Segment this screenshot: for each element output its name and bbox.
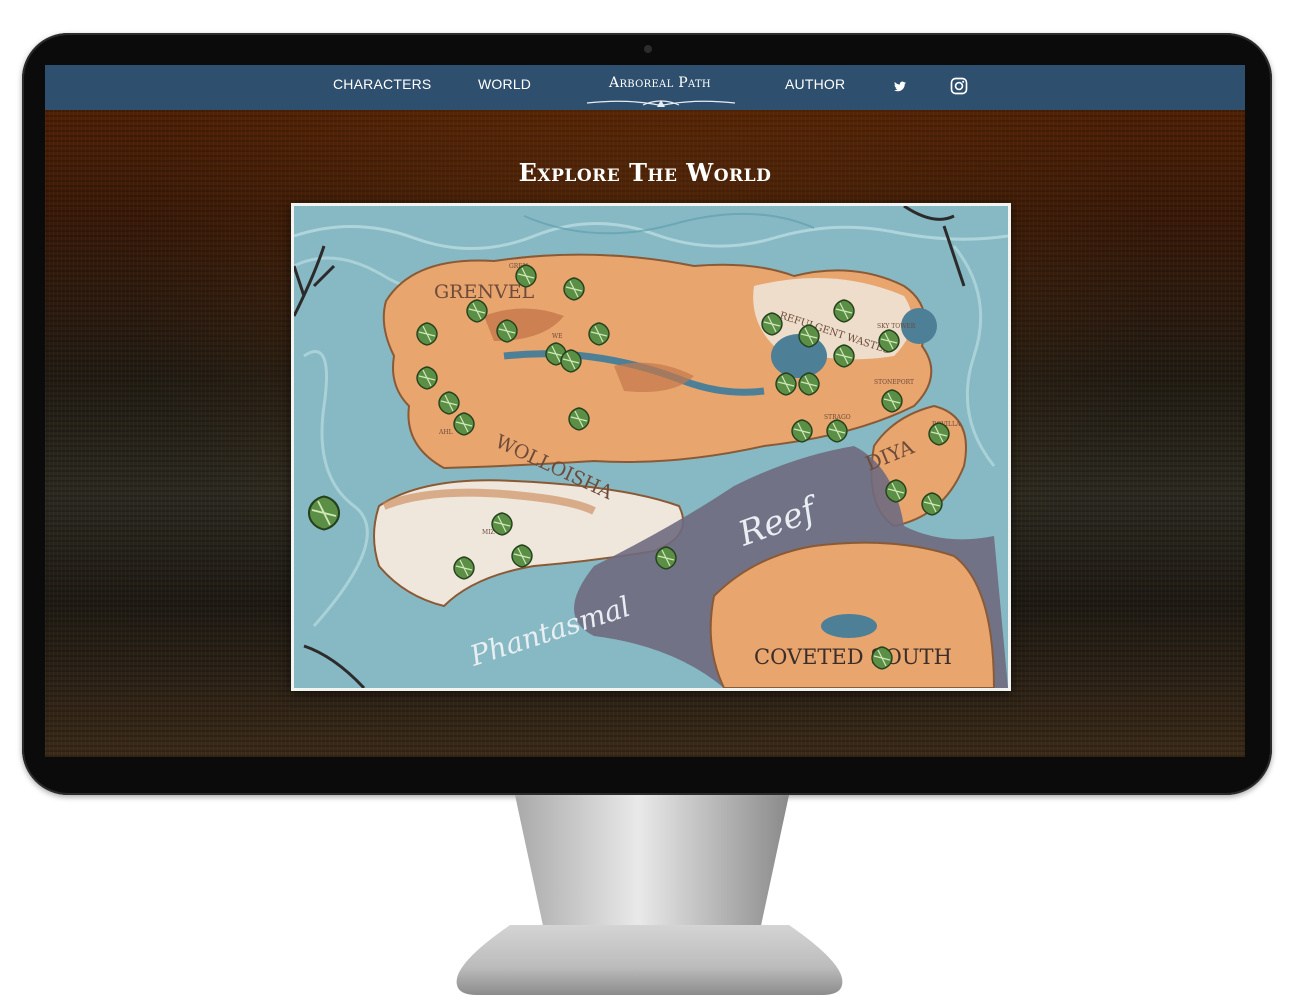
world-map-illustration: GRENVEL REFULGENT WASTES WOLLOISHA DIYA … [294, 206, 1008, 688]
brand-flourish-icon [586, 100, 736, 107]
top-nav: CHARACTERS WORLD Arboreal Path AUTHOR [45, 65, 1245, 110]
place-label-sky-tower: SKY TOWER [877, 323, 916, 330]
monitor-stand-neck [515, 795, 789, 935]
region-label-coveted-south: COVETED SOUTH [754, 645, 952, 669]
nav-author-link[interactable]: AUTHOR [785, 76, 845, 92]
instagram-icon[interactable] [948, 75, 970, 97]
brand-logo-link[interactable]: Arboreal Path [595, 75, 725, 91]
screen: CHARACTERS WORLD Arboreal Path AUTHOR Ex… [45, 65, 1245, 757]
monitor-stand-base [456, 925, 843, 995]
webcam-icon [644, 45, 652, 53]
map-frame: GRENVEL REFULGENT WASTES WOLLOISHA DIYA … [291, 203, 1011, 691]
nav-characters-link[interactable]: CHARACTERS [333, 76, 431, 92]
place-label-miz: MIZ [482, 529, 495, 536]
nav-world-link[interactable]: WORLD [478, 76, 531, 92]
world-map[interactable]: GRENVEL REFULGENT WASTES WOLLOISHA DIYA … [294, 206, 1008, 688]
place-label-ahl: AHL [438, 429, 453, 436]
twitter-icon[interactable] [889, 75, 911, 97]
place-label-stoneport: STONEPORT [874, 379, 914, 386]
page-title: Explore The World [518, 158, 772, 187]
place-label-we: WE [552, 333, 563, 340]
